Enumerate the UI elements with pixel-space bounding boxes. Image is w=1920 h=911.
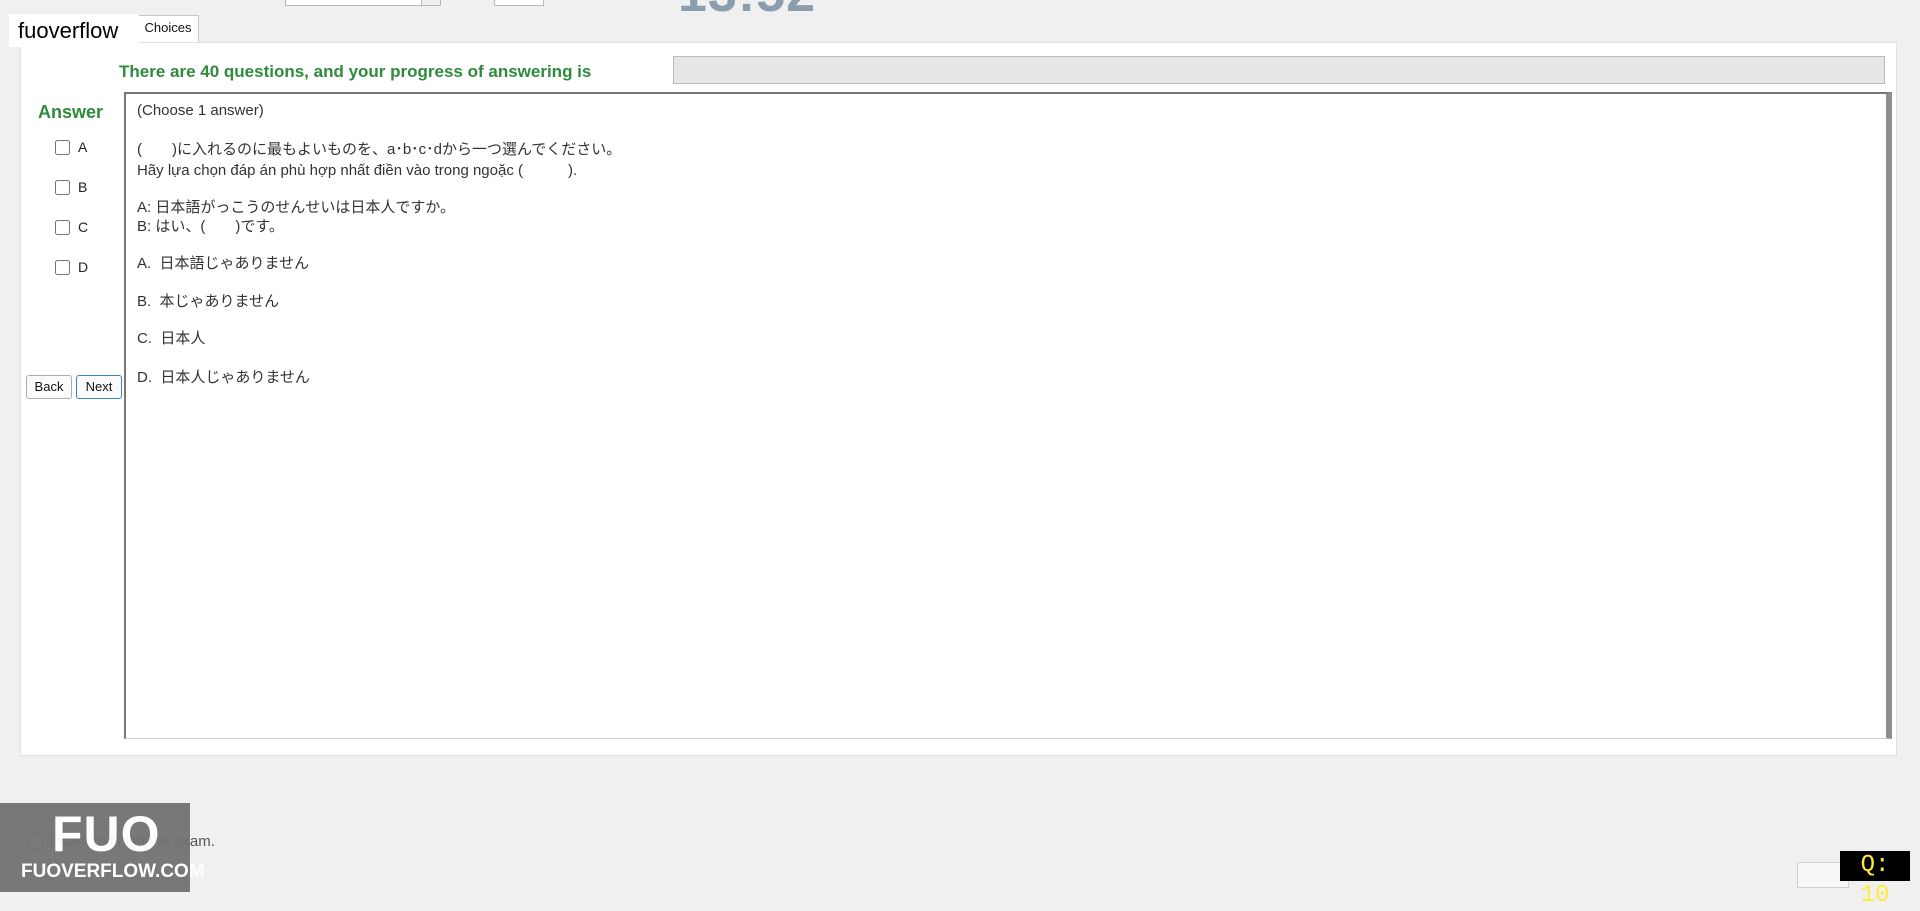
- answer-option-c[interactable]: C: [55, 219, 88, 235]
- choice-letter: A.: [137, 255, 152, 272]
- top-small-box[interactable]: [494, 0, 544, 6]
- answer-checkbox-a[interactable]: [55, 139, 70, 155]
- question-dialog-a: A: 日本語がっこうのせんせいは日本人ですか。: [137, 199, 456, 216]
- question-box: (Choose 1 answer) ( )に入れるのに最もよいものを、a･b･c…: [124, 92, 1892, 739]
- choice-b: B. 本じゃありません: [137, 290, 279, 311]
- answer-option-label: D: [78, 259, 89, 275]
- exam-timer: 13:52: [678, 0, 816, 24]
- choice-a: A. 日本語じゃありません: [137, 252, 309, 273]
- tab-choices[interactable]: Choices: [137, 15, 199, 44]
- watermark-label: fuoverflow: [9, 14, 139, 47]
- answer-option-label: C: [78, 219, 89, 235]
- progress-bar: [673, 56, 1885, 84]
- answer-title: Answer: [38, 102, 104, 122]
- logo-sub-text: FUOVERFLOW.COM: [21, 861, 205, 882]
- answer-option-label: B: [78, 179, 88, 195]
- answer-option-b[interactable]: B: [55, 179, 87, 195]
- choice-d: D. 日本人じゃありません: [137, 366, 310, 387]
- choice-text: 日本人: [160, 330, 206, 347]
- question-dialog-b: B: はい、( )です。: [137, 218, 284, 235]
- question-counter: Q: 10: [1840, 851, 1910, 909]
- next-button[interactable]: Next: [76, 375, 122, 399]
- choice-letter: D.: [137, 369, 152, 386]
- choice-letter: B.: [137, 293, 152, 310]
- combo-dropdown-button[interactable]: [421, 0, 440, 5]
- answer-checkbox-c[interactable]: [55, 219, 70, 235]
- back-button[interactable]: Back: [26, 375, 72, 399]
- choice-text: 日本語じゃありません: [159, 255, 310, 272]
- choice-text: 本じゃありません: [159, 293, 280, 310]
- answer-checkbox-b[interactable]: [55, 179, 70, 195]
- question-instruction: (Choose 1 answer): [137, 102, 264, 119]
- answer-option-a[interactable]: A: [55, 139, 87, 155]
- top-combo-box[interactable]: [285, 0, 441, 6]
- question-prompt-vi: Hãy lựa chọn đáp án phù hợp nhất điền và…: [137, 162, 578, 179]
- logo-main-text: FUO: [52, 806, 161, 862]
- answer-checkbox-d[interactable]: [55, 259, 70, 275]
- question-prompt-jp: ( )に入れるのに最もよいものを、a･b･c･dから一つ選んでください。: [137, 141, 622, 158]
- answer-option-label: A: [78, 139, 88, 155]
- answer-option-d[interactable]: D: [55, 259, 88, 275]
- fuo-logo: FUO FUOVERFLOW.COM: [0, 803, 205, 892]
- choice-text: 日本人じゃありません: [160, 369, 310, 386]
- choice-letter: C.: [137, 330, 152, 347]
- choice-c: C. 日本人: [137, 327, 205, 348]
- progress-label: There are 40 questions, and your progres…: [119, 62, 592, 81]
- top-toolbar: [0, 0, 1920, 8]
